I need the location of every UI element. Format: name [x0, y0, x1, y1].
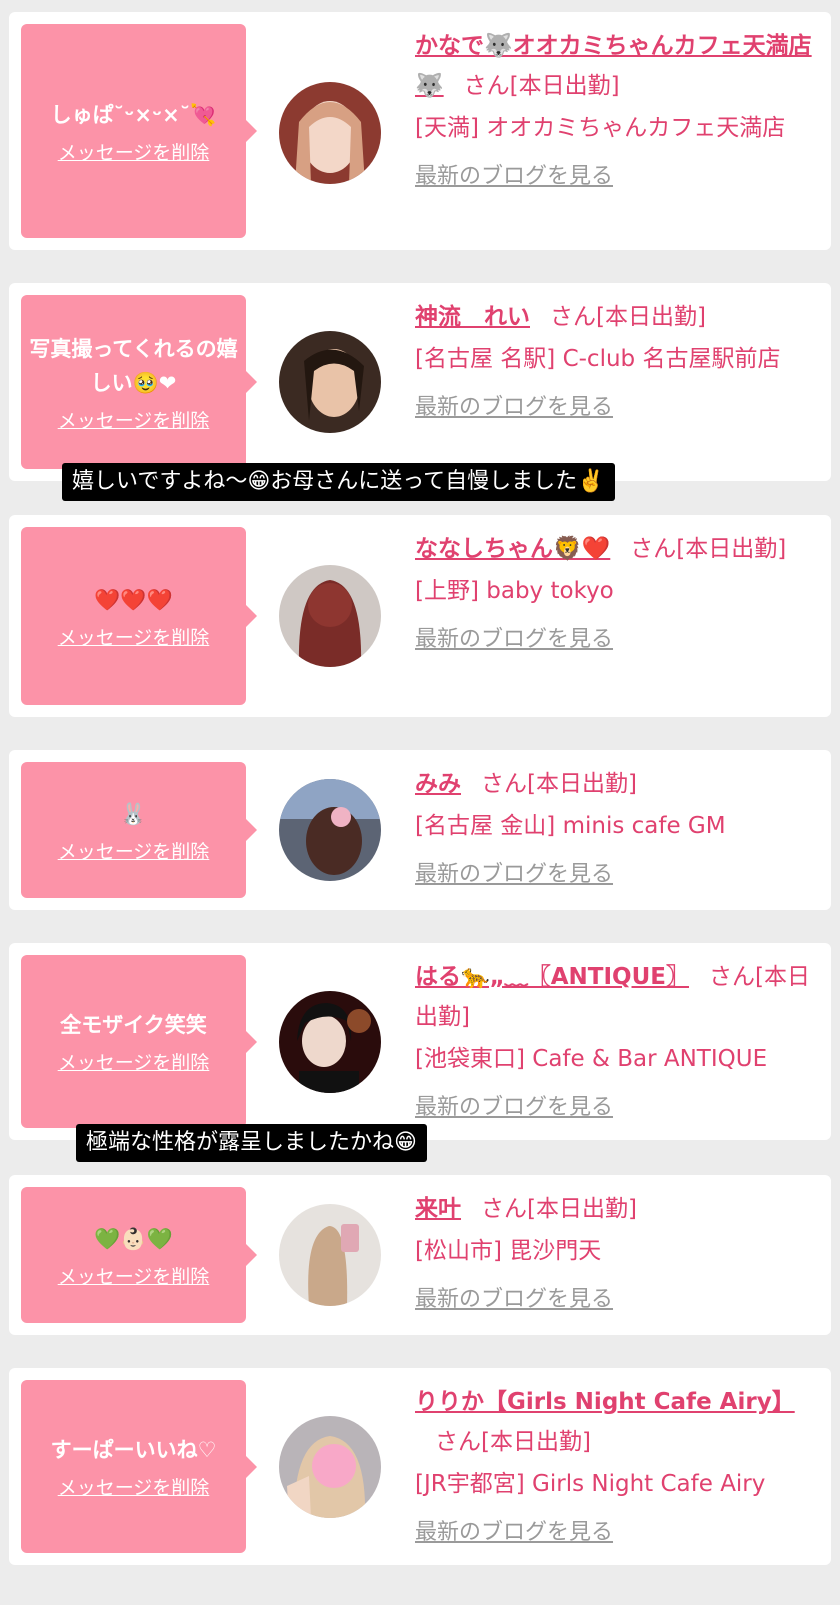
message-bubble: 💚👶🏻💚 メッセージを削除 — [21, 1187, 257, 1323]
message-bubble: しゅぱ˘ᵕ×ᵕ×˘💘 メッセージを削除 — [21, 24, 257, 238]
delete-message-link[interactable]: メッセージを削除 — [58, 1262, 210, 1289]
delete-message-link[interactable]: メッセージを削除 — [58, 623, 210, 650]
message-card: ❤️❤️❤️ メッセージを削除 ななしちゃん🦁❤️ さん[本日出勤] [上野] b… — [9, 515, 831, 717]
shop-name: [名古屋 名駅] C-club 名古屋駅前店 — [415, 346, 781, 372]
latest-blog-link[interactable]: 最新のブログを見る — [415, 1089, 613, 1121]
delete-message-link[interactable]: メッセージを削除 — [58, 1048, 210, 1075]
message-card: 全モザイク笑笑 メッセージを削除 はる🐆„﹏〖ANTIQUE〗 さん[本日出勤] … — [9, 943, 831, 1140]
san-label: さん[本日出勤] — [481, 771, 637, 797]
message-bubble: ❤️❤️❤️ メッセージを削除 — [21, 527, 257, 705]
message-card: しゅぱ˘ᵕ×ᵕ×˘💘 メッセージを削除 かなで🐺オオカミちゃんカフェ天満店🐺 さん… — [9, 12, 831, 250]
message-text: 💚👶🏻💚 — [94, 1226, 173, 1251]
delete-message-link[interactable]: メッセージを削除 — [58, 1473, 210, 1500]
san-label: さん[本日出勤] — [463, 73, 620, 99]
san-label: さん[本日出勤] — [550, 304, 706, 330]
latest-blog-link[interactable]: 最新のブログを見る — [415, 389, 613, 421]
avatar[interactable] — [279, 331, 381, 433]
avatar-photo — [279, 779, 381, 881]
latest-blog-link[interactable]: 最新のブログを見る — [415, 1281, 613, 1313]
avatar-photo — [279, 1204, 381, 1306]
girl-info: りりか【Girls Night Cafe Airy】さん[本日出勤] [JR宇都… — [415, 1382, 815, 1546]
san-label: さん[本日出勤] — [630, 536, 787, 562]
message-bubble: 🐰 メッセージを削除 — [21, 762, 257, 898]
girl-name-link[interactable]: みみ — [415, 771, 461, 797]
avatar[interactable] — [279, 82, 381, 184]
latest-blog-link[interactable]: 最新のブログを見る — [415, 621, 613, 653]
shop-name: [JR宇都宮] Girls Night Cafe Airy — [415, 1471, 766, 1497]
message-bubble: 写真撮ってくれるの嬉しい🥹❤ メッセージを削除 — [21, 295, 257, 469]
shop-name: [池袋東口] Cafe & Bar ANTIQUE — [415, 1046, 768, 1072]
video-caption: 極端な性格が露呈しましたかね😁 — [76, 1124, 427, 1162]
message-text: 全モザイク笑笑 — [60, 1013, 207, 1037]
shop-name: [天満] オオカミちゃんカフェ天満店 — [415, 115, 786, 141]
message-bubble: すーぱーいいね♡ メッセージを削除 — [21, 1380, 257, 1553]
girl-name-link[interactable]: ななしちゃん🦁❤️ — [415, 536, 610, 562]
san-label: さん[本日出勤] — [435, 1429, 591, 1455]
message-text: ❤️❤️❤️ — [94, 587, 173, 612]
girl-info: 来叶 さん[本日出勤] [松山市] 毘沙門天 最新のブログを見る — [415, 1189, 815, 1313]
message-card: すーぱーいいね♡ メッセージを削除 りりか【Girls Night Cafe A… — [9, 1368, 831, 1565]
girl-name-link[interactable]: 来叶 — [415, 1196, 461, 1222]
girl-info: かなで🐺オオカミちゃんカフェ天満店🐺 さん[本日出勤] [天満] オオカミちゃんカ… — [415, 26, 815, 190]
message-card: 🐰 メッセージを削除 みみ さん[本日出勤] [名古屋 金山] minis caf… — [9, 750, 831, 910]
girl-info: 神流 れい さん[本日出勤] [名古屋 名駅] C-club 名古屋駅前店 最新の… — [415, 297, 815, 421]
shop-name: [上野] baby tokyo — [415, 578, 614, 604]
shop-name: [松山市] 毘沙門天 — [415, 1238, 602, 1264]
girl-info: はる🐆„﹏〖ANTIQUE〗 さん[本日出勤] [池袋東口] Cafe & Bar… — [415, 957, 815, 1121]
delete-message-link[interactable]: メッセージを削除 — [58, 837, 210, 864]
message-card: 写真撮ってくれるの嬉しい🥹❤ メッセージを削除 神流 れい さん[本日出勤] [名… — [9, 283, 831, 481]
video-caption: 嬉しいですよね〜😁お母さんに送って自慢しました✌️ — [62, 463, 615, 501]
message-text: 写真撮ってくれるの嬉しい🥹❤ — [29, 336, 238, 395]
san-label: さん[本日出勤] — [481, 1196, 637, 1222]
girl-info: みみ さん[本日出勤] [名古屋 金山] minis cafe GM 最新のブログ… — [415, 764, 815, 888]
latest-blog-link[interactable]: 最新のブログを見る — [415, 1514, 613, 1546]
message-text: 🐰 — [120, 801, 147, 826]
avatar-photo — [279, 331, 381, 433]
girl-name-link[interactable]: りりか【Girls Night Cafe Airy】 — [415, 1389, 795, 1415]
shop-name: [名古屋 金山] minis cafe GM — [415, 813, 726, 839]
delete-message-link[interactable]: メッセージを削除 — [58, 138, 210, 165]
girl-name-link[interactable]: 神流 れい — [415, 304, 530, 330]
avatar-photo — [279, 82, 381, 184]
avatar-photo — [279, 1416, 381, 1518]
latest-blog-link[interactable]: 最新のブログを見る — [415, 158, 613, 190]
avatar[interactable] — [279, 779, 381, 881]
delete-message-link[interactable]: メッセージを削除 — [58, 406, 210, 433]
message-text: しゅぱ˘ᵕ×ᵕ×˘💘 — [50, 102, 217, 127]
avatar[interactable] — [279, 565, 381, 667]
avatar[interactable] — [279, 991, 381, 1093]
message-card: 💚👶🏻💚 メッセージを削除 来叶 さん[本日出勤] [松山市] 毘沙門天 最新のブ… — [9, 1175, 831, 1335]
latest-blog-link[interactable]: 最新のブログを見る — [415, 856, 613, 888]
message-bubble: 全モザイク笑笑 メッセージを削除 — [21, 955, 257, 1128]
avatar[interactable] — [279, 1416, 381, 1518]
avatar-photo — [279, 565, 381, 667]
girl-name-link[interactable]: はる🐆„﹏〖ANTIQUE〗 — [415, 964, 689, 990]
girl-info: ななしちゃん🦁❤️ さん[本日出勤] [上野] baby tokyo 最新のブログ… — [415, 529, 815, 653]
avatar-photo — [279, 991, 381, 1093]
avatar[interactable] — [279, 1204, 381, 1306]
message-text: すーぱーいいね♡ — [50, 1438, 217, 1462]
